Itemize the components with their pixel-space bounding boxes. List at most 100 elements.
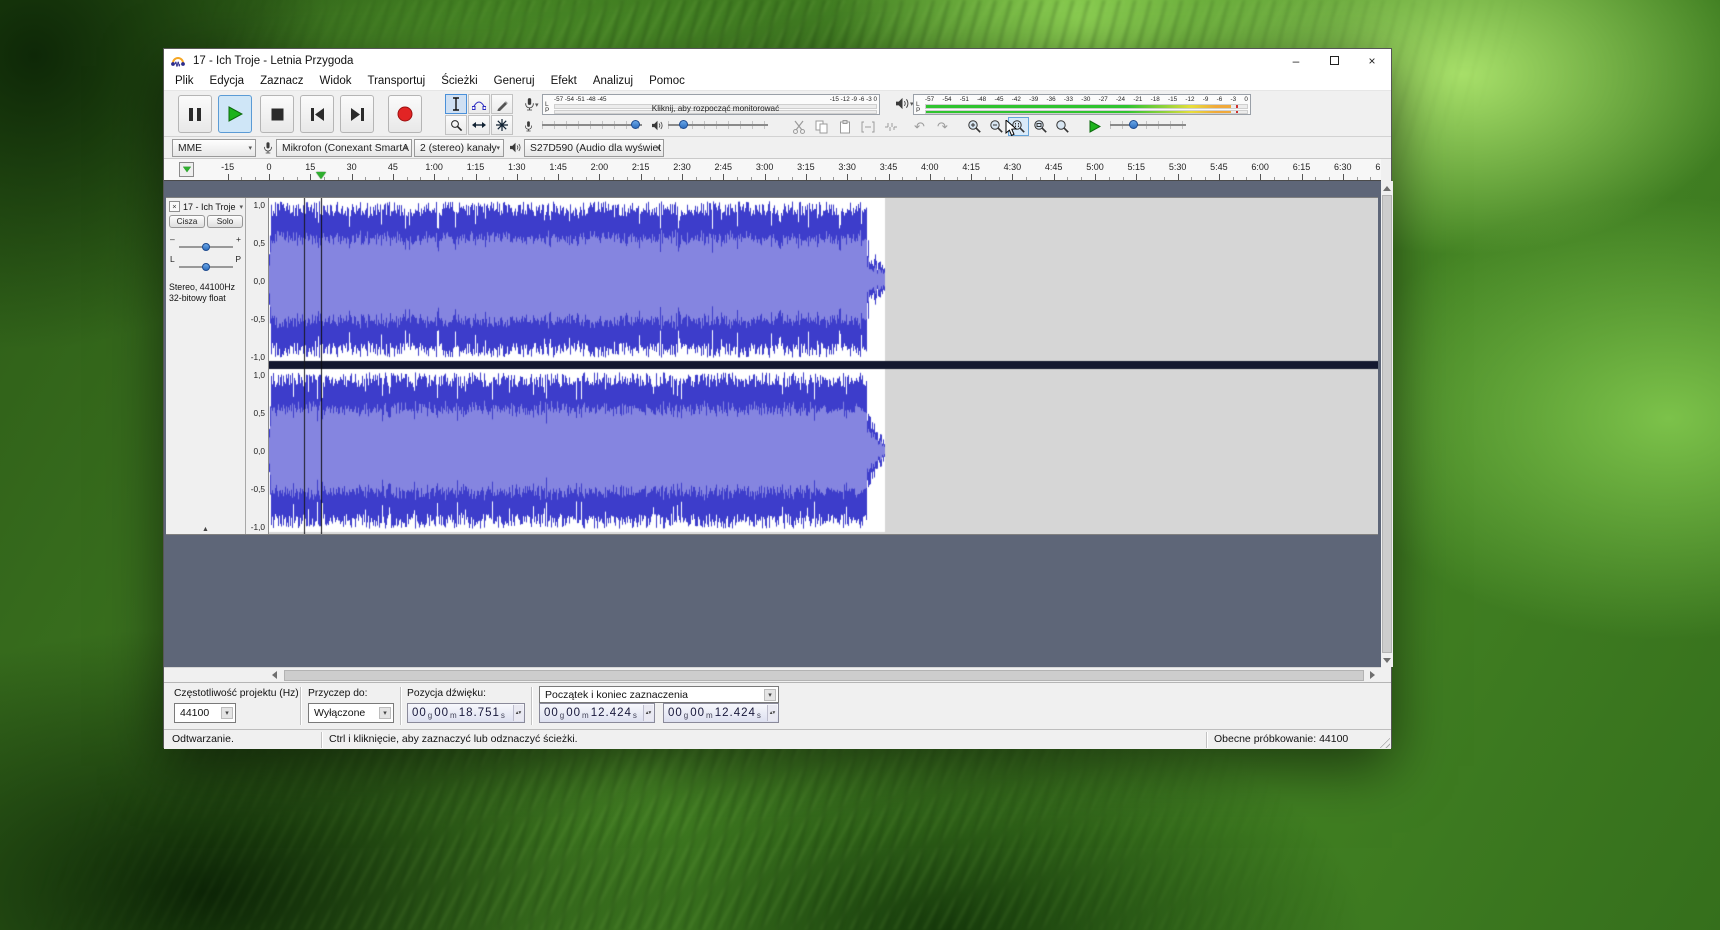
scale-label: -1,0 xyxy=(251,522,265,532)
vertical-scroll-thumb[interactable] xyxy=(1382,195,1392,653)
scroll-up-button[interactable] xyxy=(1381,181,1393,195)
menu-zaznacz[interactable]: Zaznacz xyxy=(252,72,311,91)
redo-button[interactable]: ↷ xyxy=(932,117,953,136)
meter-tick: -45 xyxy=(994,96,1003,104)
minimize-button[interactable]: – xyxy=(1277,49,1315,72)
track-workspace[interactable]: × 17 - Ich Troje ▾ Cisza Solo – + L P St… xyxy=(164,181,1381,667)
record-icon xyxy=(397,106,413,122)
menu-widok[interactable]: Widok xyxy=(312,72,360,91)
maximize-icon xyxy=(1330,56,1339,65)
title-bar[interactable]: 17 - Ich Troje - Letnia Przygoda – × xyxy=(164,49,1391,72)
selection-tool-button[interactable] xyxy=(445,94,467,114)
playback-meter[interactable]: LP -57-54-51-48-45-42-39-36-33-30-27-24-… xyxy=(913,94,1251,115)
paste-button[interactable] xyxy=(834,117,855,136)
time-spinner[interactable]: ▴▾ xyxy=(513,705,523,721)
playback-volume-slider[interactable] xyxy=(668,118,768,132)
zoom-toggle-icon xyxy=(1055,119,1070,134)
menu-edycja[interactable]: Edycja xyxy=(202,72,253,91)
track-title-menu[interactable]: 17 - Ich Troje ▾ xyxy=(183,202,243,212)
mute-button[interactable]: Cisza xyxy=(169,215,205,228)
scroll-down-button[interactable] xyxy=(1381,653,1393,667)
playback-meter-bar-p xyxy=(925,110,1248,115)
play-button[interactable] xyxy=(218,95,252,133)
recording-device-dropdown[interactable]: Mikrofon (Conexant SmartA▾ xyxy=(276,139,412,157)
snap-to-dropdown[interactable]: Wyłączone▾ xyxy=(308,703,394,723)
meter-tick: -57 xyxy=(925,96,934,104)
cut-button[interactable] xyxy=(788,117,809,136)
meter-tick: -39 xyxy=(1029,96,1038,104)
scale-label: -0,5 xyxy=(251,484,265,494)
close-button[interactable]: × xyxy=(1353,49,1391,72)
skip-to-end-button[interactable] xyxy=(340,95,374,133)
ruler-label: 5:45 xyxy=(1210,162,1228,172)
menu-generuj[interactable]: Generuj xyxy=(486,72,543,91)
scroll-right-button[interactable] xyxy=(1365,668,1380,682)
selection-mode-value: Początek i koniec zaznaczenia xyxy=(545,689,688,701)
menu-pomoc[interactable]: Pomoc xyxy=(641,72,693,91)
track-close-button[interactable]: × xyxy=(169,201,180,212)
draw-tool-button[interactable] xyxy=(491,94,513,114)
timeline-ruler[interactable]: -1501530451:001:151:301:452:002:152:302:… xyxy=(164,159,1381,181)
copy-icon xyxy=(815,120,828,134)
meter-tick: -42 xyxy=(1012,96,1021,104)
maximize-button[interactable] xyxy=(1315,49,1353,72)
ruler-label: 30 xyxy=(347,162,357,172)
track-format-info: Stereo, 44100Hz xyxy=(169,282,235,292)
solo-button[interactable]: Solo xyxy=(207,215,243,228)
meter-tick: -18 xyxy=(1151,96,1160,104)
trim-audio-button[interactable] xyxy=(857,117,878,136)
timeline-pin-button[interactable] xyxy=(179,162,194,177)
zoom-out-button[interactable] xyxy=(986,117,1007,136)
gain-slider[interactable] xyxy=(179,241,233,253)
monitoring-message[interactable]: Kliknij, aby rozpocząć monitorować xyxy=(554,104,877,113)
pause-button[interactable] xyxy=(178,95,212,133)
zoom-toggle-button[interactable] xyxy=(1052,117,1073,136)
zoom-tool-button[interactable] xyxy=(445,115,467,135)
scroll-left-button[interactable] xyxy=(267,668,282,682)
undo-button[interactable]: ↶ xyxy=(909,117,930,136)
time-spinner[interactable]: ▴▾ xyxy=(767,705,777,721)
record-meter-mic-icon[interactable]: ▾ xyxy=(524,97,539,112)
time-unit: g xyxy=(560,711,564,720)
record-button[interactable] xyxy=(388,95,422,133)
pan-slider[interactable] xyxy=(179,261,233,273)
audio-host-dropdown[interactable]: MME▾ xyxy=(172,139,256,157)
horizontal-scrollbar[interactable] xyxy=(164,667,1381,682)
menu-analizuj[interactable]: Analizuj xyxy=(585,72,641,91)
stop-button[interactable] xyxy=(260,95,294,133)
ruler-label: 45 xyxy=(388,162,398,172)
time-spinner[interactable]: ▴▾ xyxy=(643,705,653,721)
zoom-fit-button[interactable] xyxy=(1030,117,1051,136)
audio-position-display[interactable]: 00g00m18.751s▴▾ xyxy=(407,703,525,723)
playback-device-dropdown[interactable]: S27D590 (Audio dla wyświet▾ xyxy=(524,139,664,157)
track-collapse-button[interactable]: ▲ xyxy=(166,526,245,533)
recording-volume-slider[interactable] xyxy=(542,118,642,132)
menu-ścieżki[interactable]: Ścieżki xyxy=(433,72,485,91)
recording-channels-dropdown[interactable]: 2 (stereo) kanały▾ xyxy=(414,139,504,157)
selection-start-display[interactable]: 00g00m12.424s▴▾ xyxy=(539,703,655,723)
horizontal-scroll-thumb[interactable] xyxy=(284,670,1364,681)
copy-button[interactable] xyxy=(811,117,832,136)
selection-end-display[interactable]: 00g00m12.424s▴▾ xyxy=(663,703,779,723)
play-at-speed-button[interactable] xyxy=(1084,117,1105,136)
snap-to-value: Wyłączone xyxy=(314,707,365,719)
envelope-tool-button[interactable] xyxy=(468,94,490,114)
playback-meter-speaker-icon[interactable]: ▾ xyxy=(895,97,914,110)
play-speed-slider[interactable] xyxy=(1110,118,1186,132)
waveform-canvas[interactable] xyxy=(269,198,1378,534)
vertical-scrollbar[interactable] xyxy=(1381,181,1393,667)
menu-efekt[interactable]: Efekt xyxy=(543,72,585,91)
menu-transportuj[interactable]: Transportuj xyxy=(359,72,433,91)
project-rate-dropdown[interactable]: 44100▾ xyxy=(174,703,236,723)
silence-audio-button[interactable] xyxy=(880,117,901,136)
time-shift-tool-button[interactable] xyxy=(468,115,490,135)
menu-plik[interactable]: Plik xyxy=(167,72,202,91)
trim-icon xyxy=(861,121,875,133)
selection-mode-dropdown[interactable]: Początek i koniec zaznaczenia▾ xyxy=(539,686,779,703)
multi-tool-button[interactable] xyxy=(491,115,513,135)
zoom-in-button[interactable] xyxy=(964,117,985,136)
resize-grip[interactable] xyxy=(1377,735,1390,748)
recording-meter[interactable]: LP -57 -54 -51 -48 -45 -15 -12 -9 -6 -3 … xyxy=(542,94,880,115)
vertical-scale-ruler[interactable]: 1,00,50,0-0,5-1,01,00,50,0-0,5-1,0 xyxy=(246,198,269,534)
skip-to-start-button[interactable] xyxy=(300,95,334,133)
